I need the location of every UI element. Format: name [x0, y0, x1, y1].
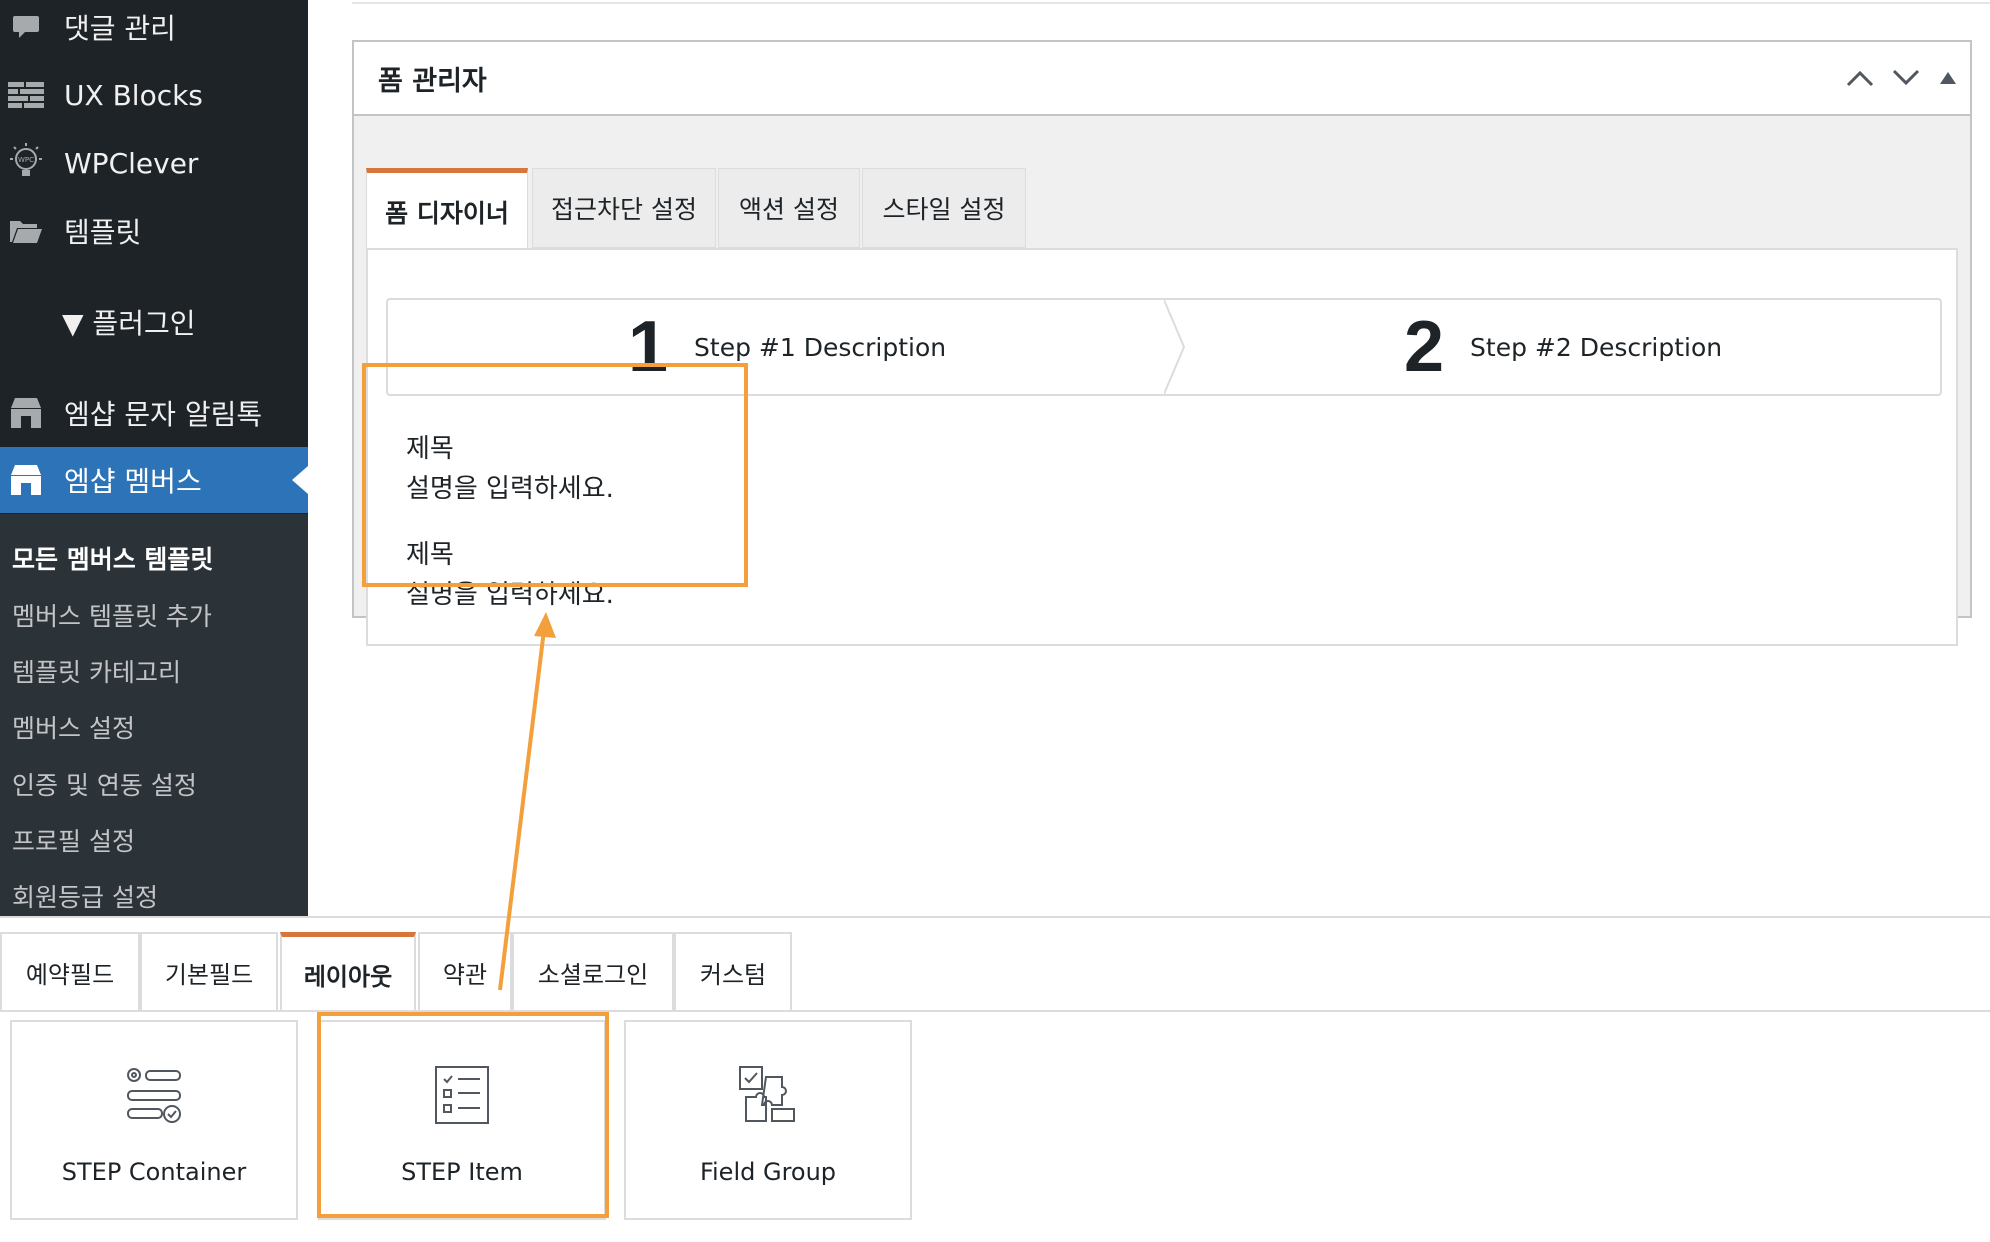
tab-terms[interactable]: 약관 — [418, 932, 512, 1012]
tab-label: 커스텀 — [699, 960, 767, 989]
card-field-group[interactable]: Field Group — [624, 1020, 912, 1220]
submenu-item-add-template[interactable]: 멤버스 템플릿 추가 — [12, 597, 212, 633]
shop-icon — [4, 391, 48, 435]
menu-item-label: WPClever — [64, 146, 199, 180]
step-description: Step #2 Description — [1470, 332, 1723, 362]
shop-icon — [4, 458, 48, 502]
submenu-item-profile-settings[interactable]: 프로필 설정 — [12, 822, 135, 858]
field-group-icon — [733, 1060, 803, 1130]
step-container-icon — [119, 1060, 189, 1130]
menu-item-ux-blocks[interactable]: UX Blocks — [0, 62, 308, 128]
move-up-icon[interactable] — [1840, 58, 1880, 98]
tab-label: 접근차단 설정 — [551, 195, 697, 224]
menu-item-label: 엠샵 문자 알림톡 — [64, 398, 263, 431]
postbox-title: 폼 관리자 — [378, 65, 487, 97]
tab-reserved-fields[interactable]: 예약필드 — [0, 932, 140, 1012]
tab-label: 기본필드 — [164, 960, 254, 989]
active-indicator — [292, 466, 308, 494]
tab-access-block-settings[interactable]: 접근차단 설정 — [532, 168, 716, 248]
step-separator-icon — [1164, 300, 1186, 394]
tab-label: 스타일 설정 — [882, 195, 1006, 224]
menu-item-mshop-sms[interactable]: 엠샵 문자 알림톡 — [0, 380, 308, 446]
lightbulb-icon: WPC — [4, 141, 48, 185]
tab-label: 소셜로그인 — [537, 960, 649, 989]
tab-custom[interactable]: 커스텀 — [674, 932, 792, 1012]
card-label: Field Group — [699, 1158, 837, 1186]
step-2[interactable]: 2 Step #2 Description — [1404, 300, 1722, 394]
card-step-container[interactable]: STEP Container — [10, 1020, 298, 1220]
menu-item-comments[interactable]: 댓글 관리 — [0, 0, 308, 60]
tab-form-designer[interactable]: 폼 디자이너 — [366, 168, 528, 250]
preview-highlight-box — [362, 363, 748, 587]
tab-label: 레이아웃 — [303, 963, 393, 991]
element-library: 예약필드 기본필드 레이아웃 약관 소셜로그인 커스텀 STEP Contain… — [0, 916, 1990, 1242]
submenu-item-template-category[interactable]: 템플릿 카테고리 — [12, 653, 181, 689]
tab-label: 액션 설정 — [739, 195, 839, 224]
toggle-panel-icon[interactable] — [1928, 58, 1968, 98]
step-description: Step #1 Description — [694, 332, 947, 362]
submenu-item-all-templates[interactable]: 모든 멤버스 템플릿 — [12, 540, 213, 576]
menu-item-label: 엠샵 멤버스 — [64, 465, 202, 498]
top-divider — [352, 0, 1990, 4]
submenu-item-grade-settings[interactable]: 회원등급 설정 — [12, 878, 158, 914]
blocks-icon — [4, 73, 48, 117]
menu-item-wpclever[interactable]: WPC WPClever — [0, 130, 308, 196]
menu-item-templates[interactable]: 템플릿 — [0, 198, 308, 264]
step-number: 2 — [1404, 307, 1445, 387]
tab-action-settings[interactable]: 액션 설정 — [718, 168, 860, 248]
tab-basic-fields[interactable]: 기본필드 — [140, 932, 278, 1012]
svg-text:WPC: WPC — [18, 156, 34, 164]
menu-item-label: 템플릿 — [64, 216, 142, 249]
admin-sidebar: 댓글 관리 UX Blocks WPC WPClever 템플릿 ▼ 플러그인 … — [0, 0, 308, 916]
move-down-icon[interactable] — [1886, 58, 1926, 98]
menu-item-plugins[interactable]: ▼ 플러그인 — [62, 302, 195, 342]
comment-icon — [4, 5, 48, 49]
menu-item-label: 댓글 관리 — [64, 12, 176, 45]
folder-icon — [4, 209, 48, 253]
tab-label: 예약필드 — [25, 960, 115, 989]
submenu-item-members-settings[interactable]: 멤버스 설정 — [12, 709, 135, 745]
card-highlight-box — [317, 1012, 609, 1218]
postbox-header: 폼 관리자 — [354, 42, 1970, 116]
menu-item-label: UX Blocks — [64, 78, 203, 112]
card-label: STEP Container — [61, 1158, 247, 1186]
submenu: 모든 멤버스 템플릿 멤버스 템플릿 추가 템플릿 카테고리 멤버스 설정 인증… — [0, 514, 308, 916]
tab-label: 약관 — [442, 960, 488, 989]
tab-baseline — [0, 1010, 1990, 1012]
menu-item-mshop-members[interactable]: 엠샵 멤버스 — [0, 447, 308, 513]
tab-style-settings[interactable]: 스타일 설정 — [862, 168, 1026, 248]
submenu-item-auth-settings[interactable]: 인증 및 연동 설정 — [12, 766, 197, 802]
tab-layout[interactable]: 레이아웃 — [280, 932, 416, 1012]
tab-social-login[interactable]: 소셜로그인 — [512, 932, 674, 1012]
tab-label: 폼 디자이너 — [385, 198, 509, 228]
